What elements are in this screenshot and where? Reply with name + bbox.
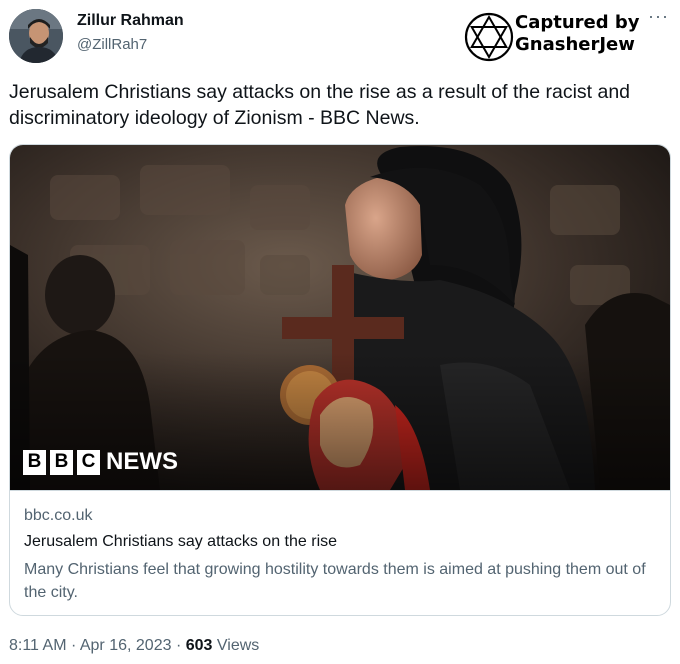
- tweet-text: Jerusalem Christians say attacks on the …: [9, 81, 631, 129]
- author-avatar[interactable]: [9, 9, 63, 63]
- star-of-david-icon: [464, 12, 514, 62]
- link-card[interactable]: B B C NEWS bbc.co.uk Jerusalem Christian…: [9, 144, 671, 616]
- watermark-line-1: Captured by: [515, 12, 640, 33]
- tweet-time[interactable]: 8:11 AM: [9, 637, 67, 654]
- bbc-logo-box-3: C: [77, 449, 100, 475]
- author-handle[interactable]: @ZillRah7: [77, 36, 147, 53]
- bbc-logo-box-1: B: [23, 449, 46, 475]
- meta-separator: ·: [70, 637, 77, 654]
- card-divider: [10, 490, 670, 491]
- tweet-meta: 8:11 AM · Apr 16, 2023 · 603 Views: [9, 637, 259, 655]
- author-name[interactable]: Zillur Rahman: [77, 12, 184, 30]
- views-count: 603: [185, 637, 213, 654]
- card-image[interactable]: B B C NEWS: [10, 145, 670, 490]
- meta-separator: ·: [175, 637, 182, 654]
- card-description[interactable]: Many Christians feel that growing hostil…: [24, 558, 654, 604]
- views-label: Views: [216, 637, 260, 654]
- bbc-logo-box-2: B: [50, 449, 73, 475]
- watermark-text: Captured by GnasherJew: [515, 12, 640, 56]
- card-title[interactable]: Jerusalem Christians say attacks on the …: [24, 533, 337, 551]
- tweet-date[interactable]: Apr 16, 2023: [80, 637, 172, 654]
- card-domain[interactable]: bbc.co.uk: [24, 507, 92, 525]
- watermark-line-2: GnasherJew: [515, 34, 635, 55]
- bbc-logo-news-word: NEWS: [106, 448, 178, 475]
- bbc-news-logo: B B C NEWS: [23, 448, 178, 476]
- more-horizontal-icon[interactable]: ···: [648, 6, 669, 27]
